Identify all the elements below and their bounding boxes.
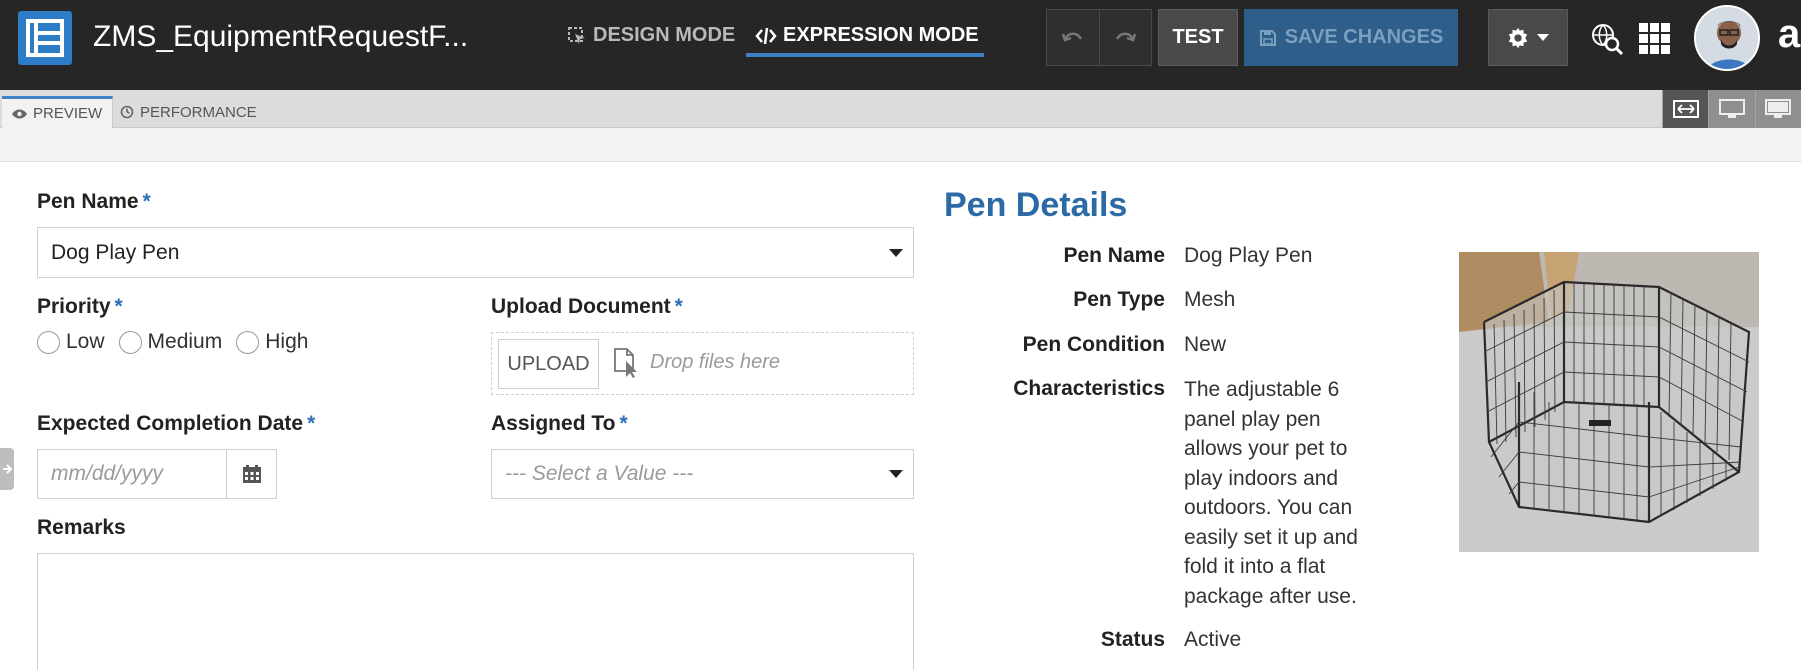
priority-label-text: Priority [37,295,111,318]
design-cursor-icon [568,26,585,44]
undo-button[interactable] [1047,10,1100,65]
user-photo-icon [1696,7,1758,69]
radio-label: Medium [147,330,223,353]
remarks-label: Remarks [37,516,126,540]
gauge-icon [120,105,134,119]
detail-label-pen-condition: Pen Condition [1022,333,1165,356]
app-title: ZMS_EquipmentRequestF... [93,20,469,53]
remarks-label-text: Remarks [37,516,126,539]
calendar-icon [242,465,261,483]
remarks-textarea[interactable] [37,553,914,670]
required-marker: * [142,190,151,213]
radio-label: Low [66,330,105,353]
preview-subheader [0,128,1801,162]
design-mode-tab[interactable]: DESIGN MODE [567,24,735,47]
tab-preview-label: PREVIEW [33,105,103,122]
radio-label: High [265,330,309,353]
redo-icon [1116,32,1137,42]
priority-radio-low[interactable]: Low [37,330,105,354]
user-avatar[interactable] [1694,5,1760,71]
preview-size-toggle [1662,90,1801,128]
caret-down-icon [889,248,903,257]
fit-width-icon [1672,100,1699,118]
detail-label-pen-type: Pen Type [1073,288,1165,311]
desktop-view-button[interactable] [1708,90,1755,128]
date-placeholder: mm/dd/yyyy [51,462,164,485]
test-button[interactable]: TEST [1158,9,1238,66]
chevron-down-icon [1537,33,1549,41]
detail-value-pen-name: Dog Play Pen [1184,244,1313,267]
caret-down-icon [889,470,903,478]
priority-label: Priority * [37,295,123,319]
required-marker: * [114,295,123,318]
priority-radio-high[interactable]: High [236,330,308,354]
drop-files-text: Drop files here [650,351,781,373]
detail-label-status: Status [1100,628,1165,651]
fit-width-button[interactable] [1662,90,1709,128]
upload-document-label: Upload Document * [491,295,683,319]
top-bar: ZMS_EquipmentRequestF... DESIGN MODE EXP… [0,0,1801,90]
desktop-monitor-icon [1718,99,1745,118]
completion-date-input[interactable]: mm/dd/yyyy [37,449,227,499]
tab-performance[interactable]: PERFORMANCE [110,96,267,128]
redo-button[interactable] [1100,10,1152,65]
assigned-to-dropdown[interactable]: --- Select a Value --- [491,449,914,499]
expected-completion-date-label: Expected Completion Date * [37,412,315,436]
required-marker: * [307,412,316,435]
pen-photo [1459,252,1759,552]
expression-mode-label: EXPRESSION MODE [783,24,979,46]
detail-value-pen-type: Mesh [1184,288,1236,311]
detail-label-characteristics: Characteristics [1013,377,1165,400]
assigned-to-label-text: Assigned To [491,412,616,435]
upload-button[interactable]: UPLOAD [498,339,599,389]
undo-redo-group [1046,9,1152,66]
priority-radio-medium[interactable]: Medium [118,330,223,354]
pen-details-heading: Pen Details [944,186,1128,224]
file-drop-icon [614,348,637,378]
app-grid-icon[interactable] [1638,22,1672,56]
tab-performance-label: PERFORMANCE [140,103,257,121]
pen-name-selected-value: Dog Play Pen [51,240,180,264]
brand-logo: a [1778,12,1801,56]
eye-icon [12,109,27,118]
pen-name-dropdown[interactable]: Dog Play Pen [37,227,914,278]
radio-circle[interactable] [37,330,60,354]
detail-value-pen-condition: New [1184,333,1227,356]
pen-name-label-text: Pen Name [37,190,139,213]
active-mode-indicator [746,53,984,57]
detail-label-pen-name: Pen Name [1063,244,1165,267]
date-picker-button[interactable] [226,449,277,499]
detail-value-status: Active [1184,628,1242,651]
required-marker: * [674,295,683,318]
radio-circle[interactable] [118,330,142,354]
arrow-right-icon [3,464,12,474]
design-mode-label: DESIGN MODE [593,24,736,46]
save-icon [1259,29,1276,46]
preview-tab-bar: PREVIEW PERFORMANCE [0,90,1801,128]
save-changes-button[interactable]: SAVE CHANGES [1244,9,1458,66]
pen-name-label: Pen Name * [37,190,151,214]
code-icon [755,27,777,44]
detail-value-characteristics: The adjustable 6 panel play pen allows y… [1184,378,1358,608]
expression-mode-tab[interactable]: EXPRESSION MODE [755,24,979,47]
priority-radio-group: Low Medium High [37,330,322,354]
global-search-icon[interactable] [1590,22,1624,56]
app-logo-icon[interactable] [18,11,72,65]
assigned-to-label: Assigned To * [491,412,628,436]
monitor-icon [1765,99,1792,118]
monitor-view-button[interactable] [1754,90,1801,128]
assigned-to-placeholder: --- Select a Value --- [505,462,694,485]
radio-circle[interactable] [236,330,260,354]
save-changes-label: SAVE CHANGES [1284,26,1444,48]
required-marker: * [619,412,628,435]
tab-preview[interactable]: PREVIEW [2,96,114,128]
settings-dropdown-button[interactable] [1488,9,1568,66]
undo-icon [1061,32,1082,42]
play-pen-image [1459,252,1759,552]
upload-document-label-text: Upload Document [491,295,671,318]
gear-icon [1508,27,1528,48]
file-drop-zone[interactable]: UPLOAD Drop files here [491,332,914,395]
completion-date-label-text: Expected Completion Date [37,412,304,435]
side-panel-toggle[interactable] [0,448,14,490]
